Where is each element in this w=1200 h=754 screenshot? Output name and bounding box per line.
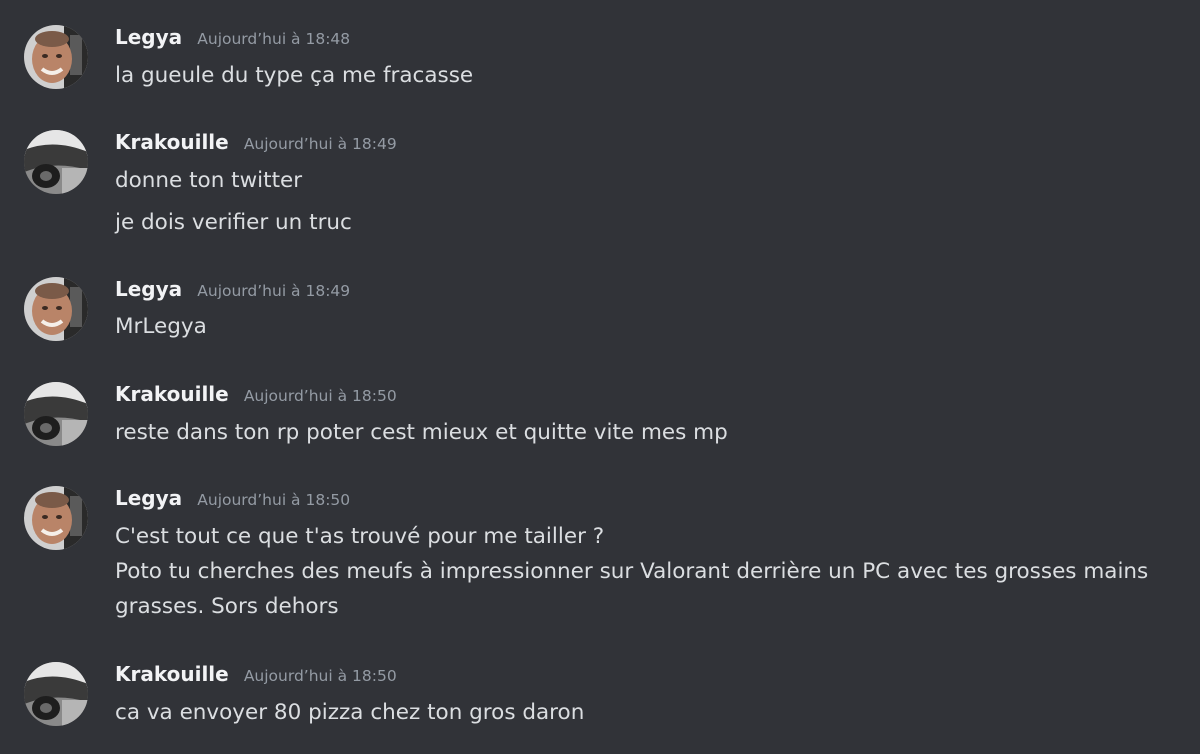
message-text: grasses. Sors dehors bbox=[115, 594, 339, 619]
krakouille-avatar[interactable] bbox=[24, 662, 88, 726]
timestamp: Aujourd’hui à 18:50 bbox=[243, 667, 397, 685]
timestamp: Aujourd’hui à 18:50 bbox=[243, 387, 397, 405]
message-text: Poto tu cherches des meufs à impressionn… bbox=[115, 559, 1149, 584]
legya-avatar[interactable] bbox=[24, 486, 88, 550]
message-text: donne ton twitter bbox=[115, 168, 303, 193]
message-header: Krakouille Aujourd’hui à 18:49 bbox=[115, 130, 397, 160]
message-text: MrLegya bbox=[115, 314, 207, 339]
username[interactable]: Legya bbox=[115, 486, 182, 510]
timestamp: Aujourd’hui à 18:49 bbox=[243, 135, 397, 153]
username[interactable]: Legya bbox=[115, 25, 182, 49]
chat-message-list: Legya Aujourd’hui à 18:48 la gueule du t… bbox=[0, 0, 1200, 754]
legya-avatar[interactable] bbox=[24, 277, 88, 341]
message-text: la gueule du type ça me fracasse bbox=[115, 63, 474, 88]
message-header: Legya Aujourd’hui à 18:49 bbox=[115, 277, 350, 307]
message-header: Legya Aujourd’hui à 18:50 bbox=[115, 486, 350, 516]
username[interactable]: Legya bbox=[115, 277, 182, 301]
message-header: Krakouille Aujourd’hui à 18:50 bbox=[115, 382, 397, 412]
message-header: Legya Aujourd’hui à 18:48 bbox=[115, 25, 350, 55]
krakouille-avatar[interactable] bbox=[24, 382, 88, 446]
message-text: je dois verifier un truc bbox=[115, 210, 352, 235]
message-text: C'est tout ce que t'as trouvé pour me ta… bbox=[115, 524, 605, 549]
message-header: Krakouille Aujourd’hui à 18:50 bbox=[115, 662, 397, 692]
message-text: ca va envoyer 80 pizza chez ton gros dar… bbox=[115, 700, 585, 725]
username[interactable]: Krakouille bbox=[115, 382, 229, 406]
message-text: reste dans ton rp poter cest mieux et qu… bbox=[115, 420, 728, 445]
timestamp: Aujourd’hui à 18:50 bbox=[197, 491, 351, 509]
username[interactable]: Krakouille bbox=[115, 662, 229, 686]
timestamp: Aujourd’hui à 18:48 bbox=[197, 30, 351, 48]
timestamp: Aujourd’hui à 18:49 bbox=[197, 282, 351, 300]
krakouille-avatar[interactable] bbox=[24, 130, 88, 194]
username[interactable]: Krakouille bbox=[115, 130, 229, 154]
legya-avatar[interactable] bbox=[24, 25, 88, 89]
